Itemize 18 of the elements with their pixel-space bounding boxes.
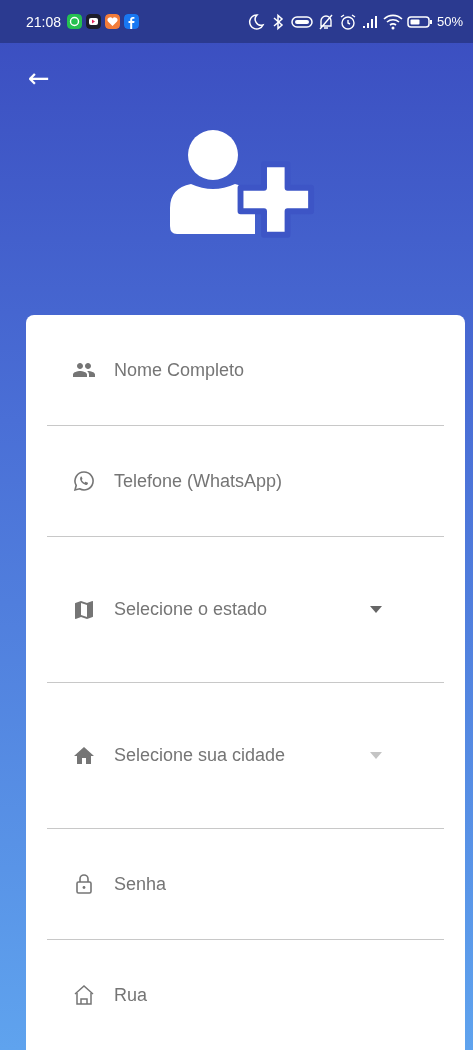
chat-app-icon bbox=[67, 14, 83, 30]
chat-phone-icon bbox=[72, 469, 96, 493]
wifi-icon bbox=[382, 12, 403, 31]
moon-icon bbox=[246, 12, 265, 31]
bell-off-icon bbox=[316, 12, 335, 31]
clock-time: 21:08 bbox=[26, 13, 62, 30]
video-app-icon bbox=[86, 14, 102, 30]
heart-app-icon bbox=[105, 14, 121, 30]
input-field[interactable]: Nome Completo bbox=[114, 359, 444, 381]
social-app-icon bbox=[124, 14, 140, 30]
alarm-icon bbox=[338, 12, 357, 31]
dropdown-field[interactable]: Selecione o estado bbox=[47, 537, 444, 683]
back-button[interactable]: ← bbox=[28, 63, 50, 94]
input-field[interactable]: Telefone (WhatsApp) bbox=[114, 470, 444, 492]
input-field[interactable]: Rua bbox=[114, 984, 444, 1006]
battery-percent: 50% bbox=[436, 14, 463, 30]
house-icon bbox=[72, 983, 96, 1007]
input-field[interactable]: Senha bbox=[114, 873, 444, 895]
